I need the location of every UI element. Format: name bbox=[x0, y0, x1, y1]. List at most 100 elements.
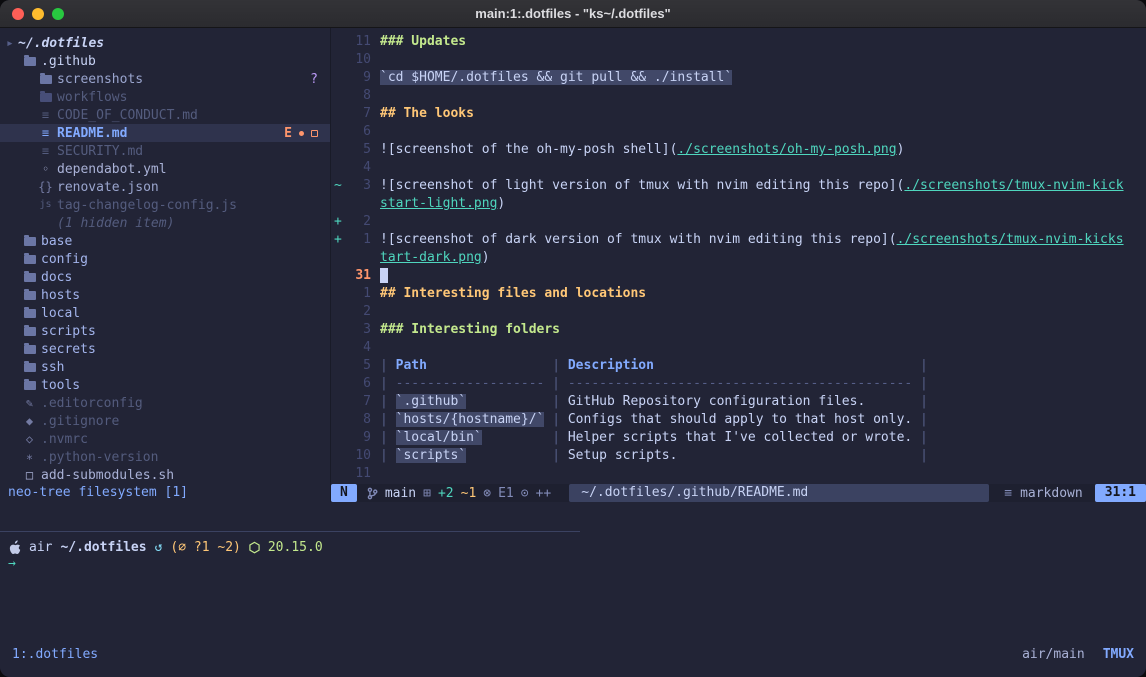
tree-item-workflows[interactable]: workflows bbox=[0, 88, 330, 106]
tree-item-security.md[interactable]: ≡SECURITY.md bbox=[0, 142, 330, 160]
text-segment: | bbox=[482, 430, 568, 445]
text-segment: | bbox=[427, 358, 568, 373]
editor-line[interactable]: 8| `hosts/{hostname}/` | Configs that sh… bbox=[331, 412, 1146, 430]
tree-item-add-submodules.sh[interactable]: □add-submodules.sh bbox=[0, 466, 330, 484]
editor-line[interactable]: 6 bbox=[331, 124, 1146, 142]
editor-line[interactable]: 11 bbox=[331, 466, 1146, 484]
tree-item-local[interactable]: local bbox=[0, 304, 330, 322]
tree-item-label: scripts bbox=[41, 324, 96, 339]
folder-icon bbox=[38, 92, 53, 102]
editor-line[interactable]: 31 bbox=[331, 268, 1146, 286]
text-segment: `scripts` bbox=[396, 448, 466, 463]
folder-glyph bbox=[24, 57, 36, 66]
editor-line[interactable]: 9| `local/bin` | Helper scripts that I'v… bbox=[331, 430, 1146, 448]
conf-file-icon: ✎ bbox=[22, 397, 37, 409]
text-segment: | bbox=[544, 412, 567, 427]
tree-item-code-of-conduct.md[interactable]: ≡CODE_OF_CONDUCT.md bbox=[0, 106, 330, 124]
close-button[interactable] bbox=[12, 8, 24, 20]
tree-item-renovate.json[interactable]: {}renovate.json bbox=[0, 178, 330, 196]
tmux-window-name[interactable]: 1:.dotfiles bbox=[12, 647, 98, 662]
tree-item-1-hidden-item[interactable]: (1 hidden item) bbox=[0, 214, 330, 232]
modified-dot-icon bbox=[299, 131, 304, 136]
editor-buffer[interactable]: 11### Updates109`cd $HOME/.dotfiles && g… bbox=[331, 34, 1146, 484]
line-text: start-light.png) bbox=[371, 196, 505, 214]
tree-item-.dotfiles[interactable]: ▸~/.dotfiles bbox=[0, 34, 330, 52]
window-controls bbox=[12, 8, 64, 20]
line-number: 5 bbox=[345, 358, 371, 376]
tree-item-.gitignore[interactable]: ◆.gitignore bbox=[0, 412, 330, 430]
tree-item-tag-changelog-config.js[interactable]: jstag-changelog-config.js bbox=[0, 196, 330, 214]
tree-item-screenshots[interactable]: screenshots? bbox=[0, 70, 330, 88]
folder-glyph bbox=[24, 327, 36, 336]
gutter-sign bbox=[331, 430, 345, 448]
editor-line[interactable]: 11### Updates bbox=[331, 34, 1146, 52]
folder-glyph bbox=[24, 363, 36, 372]
tree-item-config[interactable]: config bbox=[0, 250, 330, 268]
tree-item-.python-version[interactable]: ∗.python-version bbox=[0, 448, 330, 466]
diff-changed-count: ~1 bbox=[461, 486, 477, 501]
tree-item-.github[interactable]: .github bbox=[0, 52, 330, 70]
tree-item-label: config bbox=[41, 252, 88, 267]
editor-line[interactable]: 7| `.github` | GitHub Repository configu… bbox=[331, 394, 1146, 412]
gutter-sign bbox=[331, 88, 345, 106]
tree-item-readme.md[interactable]: ≡README.mdE bbox=[0, 124, 330, 142]
tree-item-hosts[interactable]: hosts bbox=[0, 286, 330, 304]
editor-line[interactable]: 4 bbox=[331, 340, 1146, 358]
line-number: 2 bbox=[345, 214, 371, 232]
editor-line[interactable]: 1## Interesting files and locations bbox=[331, 286, 1146, 304]
tree-item-ssh[interactable]: ssh bbox=[0, 358, 330, 376]
neo-tree-sidebar: ▸~/.dotfiles.githubscreenshots?workflows… bbox=[0, 34, 330, 484]
editor-line[interactable]: +2 bbox=[331, 214, 1146, 232]
tree-item-tools[interactable]: tools bbox=[0, 376, 330, 394]
md-file-icon: ≡ bbox=[38, 109, 53, 121]
editor-line[interactable]: 5![screenshot of the oh-my-posh shell](.… bbox=[331, 142, 1146, 160]
tmux-statusbar: 1:.dotfiles air/main TMUX bbox=[0, 645, 1146, 663]
editor-line[interactable]: 4 bbox=[331, 160, 1146, 178]
gutter-sign bbox=[331, 70, 345, 88]
editor-line[interactable]: ~3![screenshot of light version of tmux … bbox=[331, 178, 1146, 196]
folder-icon bbox=[22, 254, 37, 264]
editor-line[interactable]: 9`cd $HOME/.dotfiles && git pull && ./in… bbox=[331, 70, 1146, 88]
editor-line[interactable]: 6| ------------------- | ---------------… bbox=[331, 376, 1146, 394]
mode-indicator: N bbox=[331, 484, 357, 502]
editor-line[interactable]: +1![screenshot of dark version of tmux w… bbox=[331, 232, 1146, 250]
node-icon bbox=[249, 541, 260, 554]
shell-input-line[interactable]: → bbox=[8, 556, 16, 574]
line-number: 3 bbox=[345, 178, 371, 196]
editor-line[interactable]: 10| `scripts` | Setup scripts. | bbox=[331, 448, 1146, 466]
tree-item-scripts[interactable]: scripts bbox=[0, 322, 330, 340]
tree-item-.nvmrc[interactable]: ◇.nvmrc bbox=[0, 430, 330, 448]
folder-icon bbox=[22, 344, 37, 354]
tree-item-dependabot.yml[interactable]: ◦dependabot.yml bbox=[0, 160, 330, 178]
editor-line[interactable]: 7## The looks bbox=[331, 106, 1146, 124]
line-number: 1 bbox=[345, 286, 371, 304]
tmux-pane-border[interactable] bbox=[0, 531, 580, 532]
text-segment: | bbox=[380, 358, 396, 373]
minimize-button[interactable] bbox=[32, 8, 44, 20]
tree-item-docs[interactable]: docs bbox=[0, 268, 330, 286]
fullscreen-button[interactable] bbox=[52, 8, 64, 20]
line-text bbox=[371, 268, 388, 286]
folder-icon bbox=[22, 56, 37, 66]
folder-glyph bbox=[24, 309, 36, 318]
editor-line[interactable]: 5| Path | Description | bbox=[331, 358, 1146, 376]
gutter-sign bbox=[331, 142, 345, 160]
line-text: ### Updates bbox=[371, 34, 466, 52]
editor-line[interactable]: tart-dark.png) bbox=[331, 250, 1146, 268]
gutter-sign bbox=[331, 106, 345, 124]
tmux-statusbar-right: air/main TMUX bbox=[1022, 647, 1134, 662]
editor-line[interactable]: 2 bbox=[331, 304, 1146, 322]
tree-item-label: secrets bbox=[41, 342, 96, 357]
editor-line[interactable]: 3### Interesting folders bbox=[331, 322, 1146, 340]
editor-line[interactable]: 10 bbox=[331, 52, 1146, 70]
text-segment: Setup scripts. bbox=[568, 448, 678, 463]
tree-item-secrets[interactable]: secrets bbox=[0, 340, 330, 358]
folder-glyph bbox=[24, 273, 36, 282]
editor-line[interactable]: 8 bbox=[331, 88, 1146, 106]
folder-icon bbox=[22, 272, 37, 282]
statusline-git-section: main ⊞ +2 ~1 ⊗ E1 ⊙ ++ bbox=[357, 486, 561, 501]
git-branch-label: main bbox=[385, 486, 416, 501]
tree-item-.editorconfig[interactable]: ✎.editorconfig bbox=[0, 394, 330, 412]
tree-item-base[interactable]: base bbox=[0, 232, 330, 250]
editor-line[interactable]: start-light.png) bbox=[331, 196, 1146, 214]
